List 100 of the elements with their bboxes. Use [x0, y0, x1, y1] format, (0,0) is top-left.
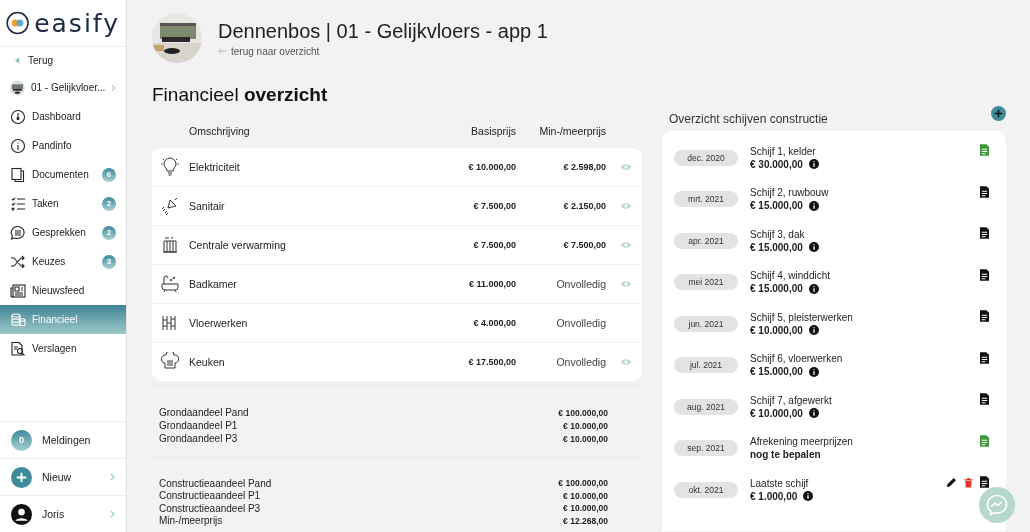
- notifications-item[interactable]: 0 Meldingen: [0, 421, 126, 458]
- column-header: Omschrijving: [189, 125, 251, 137]
- info-icon[interactable]: [808, 325, 819, 336]
- chat-icon: [10, 224, 26, 241]
- add-button[interactable]: [991, 105, 1006, 121]
- documents-icon: [10, 166, 26, 183]
- installment-amount: € 10.000,00: [750, 324, 803, 336]
- shuffle-icon: [10, 253, 26, 270]
- user-icon: [11, 503, 32, 525]
- bath-icon: [160, 274, 180, 294]
- installment-label: Afrekening meerprijzen: [750, 436, 854, 448]
- nav-item[interactable]: Pandinfo: [0, 131, 126, 160]
- pencil-icon[interactable]: [946, 476, 957, 488]
- date-pill: apr. 2021: [674, 232, 738, 249]
- installment-label: Schijf 4, winddicht: [750, 270, 832, 282]
- summary-value: € 10.000,00: [563, 433, 608, 444]
- table-cell-text: Keuken: [189, 356, 226, 368]
- installment-label: Schijf 5, pleisterwerken: [750, 311, 854, 323]
- date-pill: jun. 2021: [674, 315, 738, 332]
- table-cell-text: Onvolledig: [555, 317, 606, 329]
- info-icon: [10, 137, 26, 154]
- document-icon[interactable]: [980, 476, 989, 488]
- column-header: Basisprijs: [470, 125, 516, 137]
- column-header: Min-/meerprijs: [538, 125, 606, 137]
- date-pill: mrt. 2021: [674, 191, 738, 208]
- document-icon[interactable]: [980, 351, 989, 364]
- count-badge: 2: [102, 225, 116, 240]
- summary-value: € 100.000,00: [558, 407, 608, 418]
- date-pill: dec. 2020: [674, 149, 738, 166]
- summary-label: Constructieaandeel P1: [159, 490, 261, 502]
- nav-item[interactable]: Verslagen: [0, 334, 126, 363]
- section-title: Financieel overzicht: [152, 84, 329, 106]
- summary-value: € 100.000,00: [558, 478, 608, 489]
- table-cell-text: € 11.000,00: [467, 279, 516, 289]
- document-icon[interactable]: [980, 185, 989, 198]
- installment-amount: € 15.000,00: [750, 200, 803, 212]
- plus-icon: [11, 466, 32, 488]
- panel-title: Overzicht schijven constructie: [669, 112, 828, 126]
- count-badge: 6: [102, 167, 116, 182]
- nav-item[interactable]: Documenten 6: [0, 160, 126, 189]
- nav-item[interactable]: Dashboard: [0, 102, 126, 131]
- nav-item[interactable]: Taken 2: [0, 189, 126, 218]
- chef-icon: [160, 352, 180, 372]
- summary-value: € 12.268,00: [563, 515, 608, 526]
- info-icon[interactable]: [808, 159, 819, 170]
- installment-amount: nog te bepalen: [750, 449, 821, 461]
- document-icon[interactable]: [980, 227, 989, 239]
- info-icon[interactable]: [808, 366, 819, 377]
- count-badge: 2: [102, 196, 116, 211]
- logo-text: easify: [34, 8, 120, 38]
- summary-label: Constructieaandeel Pand: [159, 477, 272, 489]
- summary-label: Constructieaandeel P3: [159, 502, 261, 514]
- dashboard-icon: [10, 108, 26, 125]
- radiator-icon: [160, 235, 180, 255]
- user-menu[interactable]: Joris: [0, 495, 126, 532]
- back-arrow-icon: [218, 48, 227, 54]
- page-header-title: Dennenbos | 01 - Gelijkvloers - app 1: [218, 19, 548, 43]
- table-cell-text: Elektriciteit: [189, 161, 241, 173]
- new-menu[interactable]: Nieuw: [0, 458, 126, 495]
- nav-item[interactable]: Keuzes 3: [0, 247, 126, 276]
- nav-item[interactable]: Nieuwsfeed: [0, 276, 126, 305]
- trash-icon[interactable]: [963, 476, 974, 488]
- back-to-overview-link[interactable]: terug naar overzicht: [231, 45, 320, 57]
- table-cell-text: € 2.150,00: [562, 201, 606, 211]
- nav-item[interactable]: Gesprekken 2: [0, 218, 126, 247]
- project-link[interactable]: 01 - Gelijkvloer...: [0, 73, 126, 102]
- installment-amount: € 30.000,00: [750, 158, 803, 170]
- table-cell-text: Badkamer: [189, 278, 238, 290]
- table-cell-text: Centrale verwarming: [189, 239, 287, 251]
- date-pill: mei 2021: [674, 274, 738, 291]
- table-cell-text: € 2.598,00: [562, 162, 606, 172]
- info-icon[interactable]: [803, 491, 814, 502]
- table-cell-text: Vloerwerken: [189, 317, 249, 329]
- summary-value: € 10.000,00: [563, 503, 608, 514]
- tasks-icon: [10, 195, 26, 212]
- date-pill: okt. 2021: [674, 481, 738, 498]
- document-icon[interactable]: [980, 310, 989, 322]
- info-icon[interactable]: [808, 242, 819, 253]
- table-cell-text: Sanitair: [189, 200, 226, 212]
- summary-value: € 10.000,00: [563, 490, 608, 501]
- date-pill: jul. 2021: [674, 357, 738, 374]
- bulb-icon: [160, 157, 180, 177]
- coins-icon: [10, 311, 26, 328]
- count-badge: 3: [102, 254, 116, 269]
- table-cell-text: € 17.500,00: [467, 357, 516, 367]
- news-icon: [10, 282, 26, 299]
- document-icon[interactable]: [980, 268, 989, 281]
- installment-label: Schijf 3, dak: [750, 228, 806, 240]
- document-icon[interactable]: [980, 393, 989, 405]
- summary-label: Grondaandeel P3: [159, 433, 238, 444]
- date-pill: sep. 2021: [674, 440, 738, 457]
- info-icon[interactable]: [808, 200, 819, 211]
- table-cell-text: € 4.000,00: [472, 318, 516, 328]
- table-cell-text: € 7.500,00: [472, 201, 516, 211]
- summary-label: Min-/meerprijs: [159, 515, 223, 527]
- info-icon[interactable]: [808, 408, 819, 419]
- installment-label: Schijf 2, ruwbouw: [750, 187, 830, 199]
- table-cell-text: € 7.500,00: [472, 240, 516, 250]
- info-icon[interactable]: [808, 283, 819, 294]
- back-link[interactable]: Terug: [0, 47, 126, 73]
